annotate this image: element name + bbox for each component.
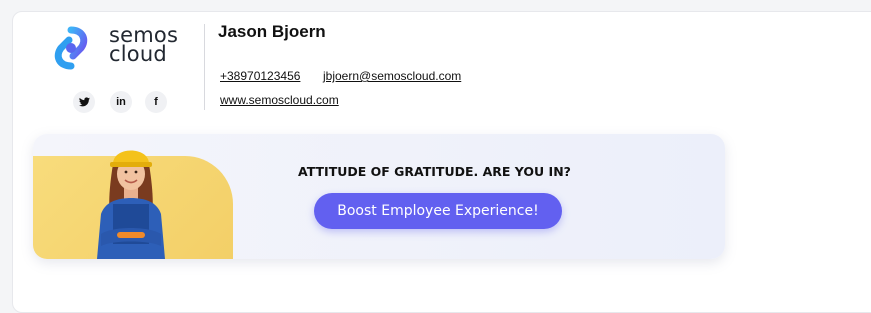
- email-signature-card: semos cloud in f Jason Bjoern +389701234…: [12, 11, 871, 313]
- email-link[interactable]: jbjoern@semoscloud.com: [323, 69, 461, 83]
- vertical-divider: [204, 24, 205, 110]
- boost-experience-button[interactable]: Boost Employee Experience!: [314, 193, 562, 229]
- brand-line-2: cloud: [109, 42, 167, 66]
- brand-wordmark: semos cloud: [109, 25, 178, 66]
- person-name: Jason Bjoern: [218, 22, 326, 41]
- semos-logo-icon: [54, 26, 88, 70]
- website-link[interactable]: www.semoscloud.com: [220, 93, 339, 107]
- banner-headline: ATTITUDE OF GRATITUDE. ARE YOU IN?: [298, 164, 571, 179]
- promo-banner[interactable]: ATTITUDE OF GRATITUDE. ARE YOU IN? Boost…: [33, 134, 725, 259]
- linkedin-icon[interactable]: in: [110, 91, 132, 113]
- facebook-icon[interactable]: f: [145, 91, 167, 113]
- social-links: in f: [73, 91, 173, 115]
- phone-link[interactable]: +38970123456: [220, 69, 300, 83]
- twitter-icon[interactable]: [73, 91, 95, 113]
- worker-illustration: [97, 150, 165, 259]
- brand-logo[interactable]: semos cloud: [49, 25, 189, 76]
